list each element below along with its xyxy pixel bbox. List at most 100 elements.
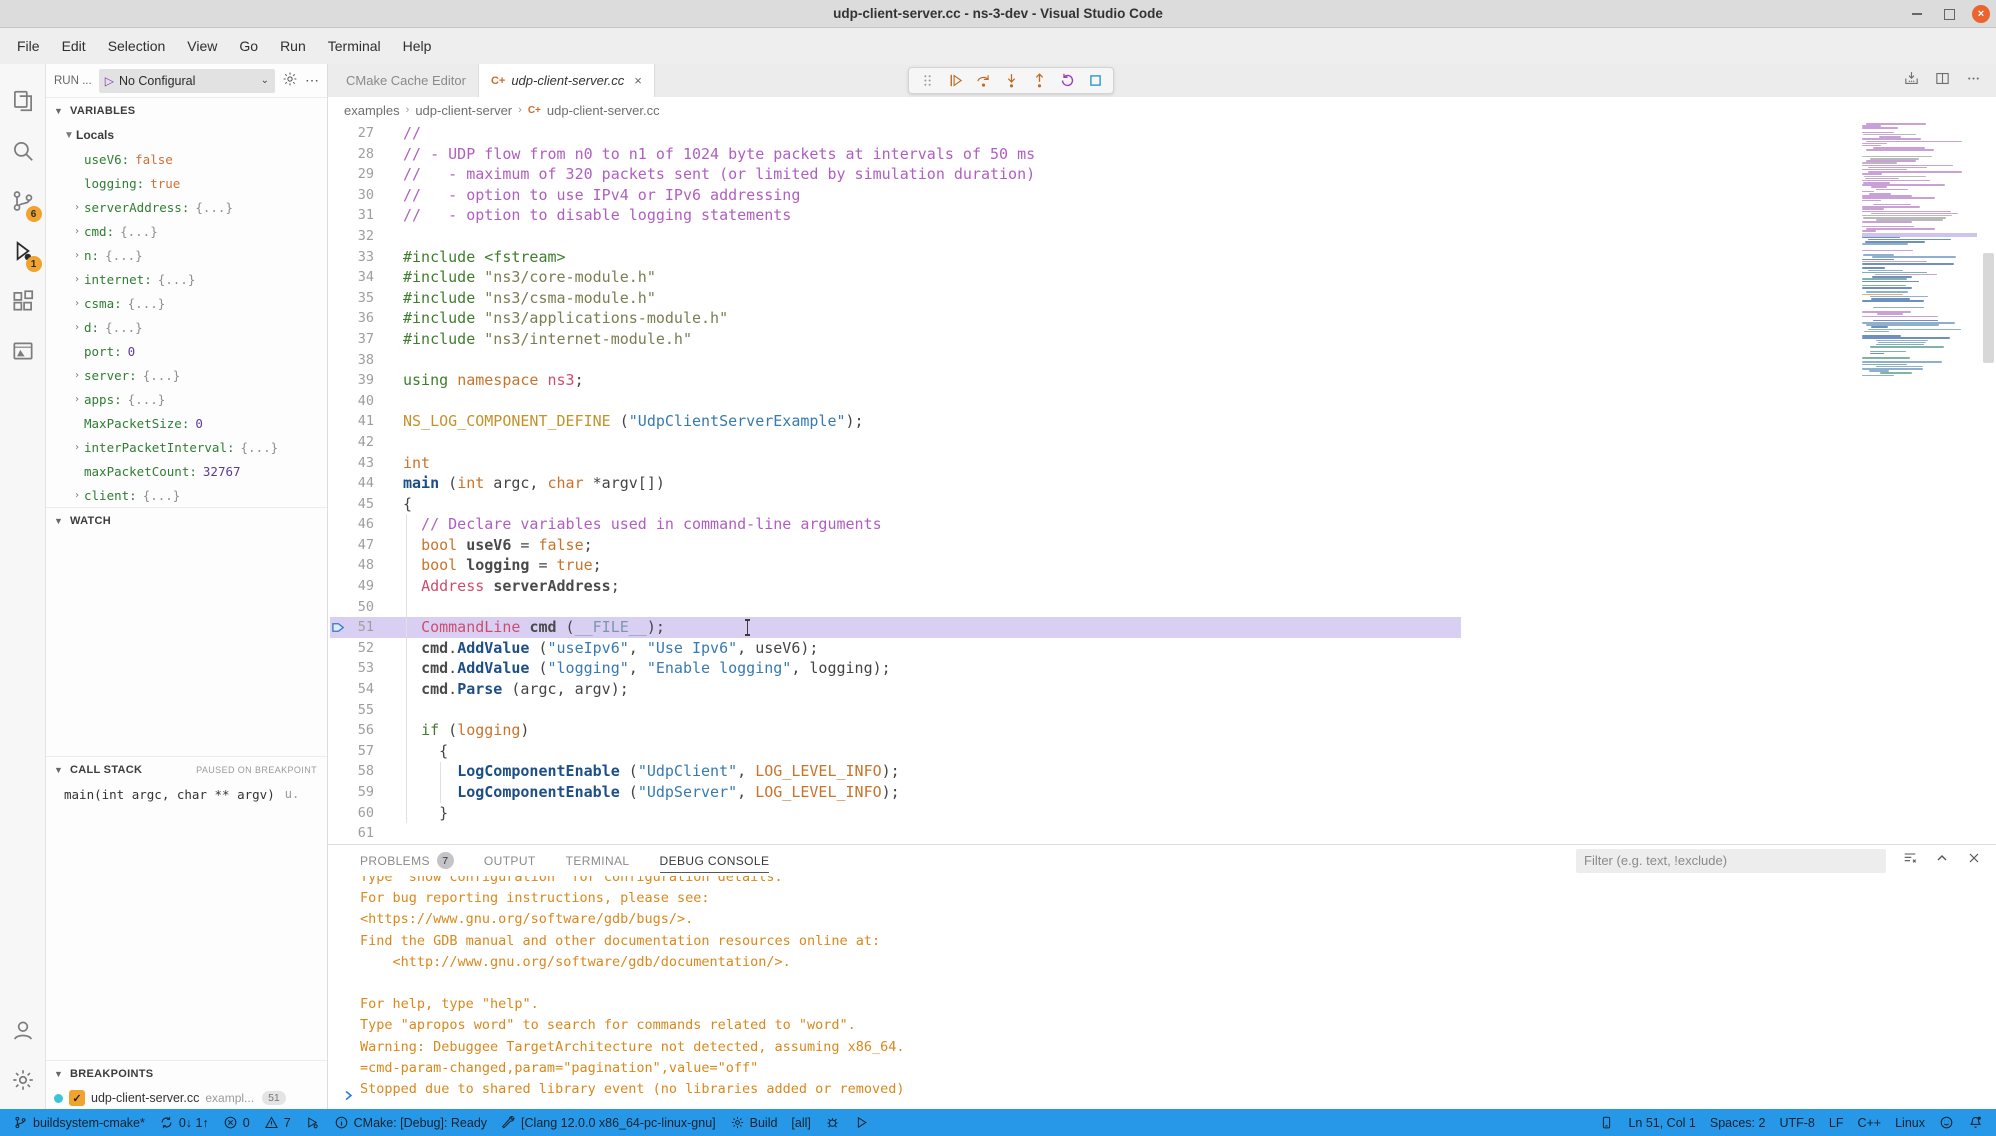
code-line[interactable]: 35#include "ns3/csma-module.h" [328,288,1996,309]
line-number[interactable]: 51 [328,617,374,638]
breakpoint-row[interactable]: ✓ udp-client-server.cc exampl... 51 [46,1086,327,1109]
code-line[interactable]: 28// - UDP flow from n0 to n1 of 1024 by… [328,144,1996,165]
stop-button[interactable] [1083,69,1107,93]
watch-section-header[interactable]: ▼ WATCH [46,507,327,533]
code-line[interactable]: 29// - maximum of 320 packets sent (or l… [328,164,1996,185]
line-number[interactable]: 43 [328,453,374,474]
panel-tab-debug-console[interactable]: DEBUG CONSOLE [660,845,770,876]
breadcrumb-item[interactable]: udp-client-server [415,103,512,118]
debug-console[interactable]: Type "show configuration" for configurat… [328,876,1996,1109]
status--all-[interactable]: [all] [784,1109,817,1136]
line-number[interactable]: 33 [328,247,374,268]
code-line[interactable]: 30// - option to use IPv4 or IPv6 addres… [328,185,1996,206]
code-line[interactable]: 61 [328,823,1996,844]
menu-item-go[interactable]: Go [228,28,269,64]
panel-tab-problems[interactable]: PROBLEMS7 [360,845,454,876]
locals-group[interactable]: ▼ Locals [46,123,327,147]
code-line[interactable]: 54 cmd.Parse (argc, argv); [328,679,1996,700]
line-number[interactable]: 55 [328,700,374,721]
code-line[interactable]: 37#include "ns3/internet-module.h" [328,329,1996,350]
line-number[interactable]: 27 [328,123,374,144]
line-number[interactable]: 34 [328,267,374,288]
code-line[interactable]: 38 [328,350,1996,371]
minimap[interactable] [1862,123,1977,844]
menu-item-terminal[interactable]: Terminal [317,28,392,64]
line-number[interactable]: 42 [328,432,374,453]
variable-row[interactable]: ›client:{...} [46,483,327,507]
code-line[interactable]: 33#include <fstream> [328,247,1996,268]
code-line[interactable]: 47 bool useV6 = false; [328,535,1996,556]
line-number[interactable]: 44 [328,473,374,494]
variable-row[interactable]: useV6:false [46,147,327,171]
variable-row[interactable]: maxPacketCount:32767 [46,459,327,483]
variable-row[interactable]: logging:true [46,171,327,195]
line-number[interactable]: 36 [328,308,374,329]
status-error[interactable]: 0 [216,1109,257,1136]
status-utf-8[interactable]: UTF-8 [1772,1109,1821,1136]
status-play-outline[interactable] [847,1109,876,1136]
code-line[interactable]: 39using namespace ns3; [328,370,1996,391]
code-line[interactable]: 42 [328,432,1996,453]
status-linux[interactable]: Linux [1888,1109,1932,1136]
clear-console-icon[interactable] [1902,850,1918,871]
status-spaces-2[interactable]: Spaces: 2 [1703,1109,1773,1136]
line-number[interactable]: 58 [328,761,374,782]
code-line[interactable]: 50 [328,597,1996,618]
variable-row[interactable]: ›internet:{...} [46,267,327,291]
status-debug-launch[interactable] [298,1109,327,1136]
status-lf[interactable]: LF [1822,1109,1851,1136]
code-line[interactable]: 49 Address serverAddress; [328,576,1996,597]
variable-row[interactable]: ›server:{...} [46,363,327,387]
close-button[interactable]: × [1972,5,1990,23]
variables-section-header[interactable]: ▼ VARIABLES [46,97,327,123]
console-filter-input[interactable] [1576,849,1886,873]
line-number[interactable]: 31 [328,205,374,226]
status-warning[interactable]: 7 [257,1109,298,1136]
source-control-activity-item[interactable]: 6 [0,176,46,226]
code-line[interactable]: 34#include "ns3/core-module.h" [328,267,1996,288]
line-number[interactable]: 35 [328,288,374,309]
close-icon[interactable]: × [634,73,642,88]
breadcrumb-item[interactable]: examples [344,103,400,118]
variable-row[interactable]: ›csma:{...} [46,291,327,315]
panel-tab-terminal[interactable]: TERMINAL [566,845,630,876]
more-actions-icon[interactable] [1965,70,1982,92]
collapse-panel-icon[interactable] [1934,850,1950,871]
line-number[interactable]: 57 [328,741,374,762]
status-feedback[interactable] [1932,1109,1961,1136]
line-number[interactable]: 46 [328,514,374,535]
status-bug[interactable] [818,1109,847,1136]
code-line[interactable]: 46 // Declare variables used in command-… [328,514,1996,535]
variable-row[interactable]: ›apps:{...} [46,387,327,411]
variable-row[interactable]: ›serverAddress:{...} [46,195,327,219]
code-line[interactable]: 31// - option to disable logging stateme… [328,205,1996,226]
callstack-section-header[interactable]: ▼ CALL STACK PAUSED ON BREAKPOINT [46,756,327,782]
line-number[interactable]: 59 [328,782,374,803]
breakpoints-section-header[interactable]: ▼ BREAKPOINTS [46,1060,327,1086]
variable-row[interactable]: ›d:{...} [46,315,327,339]
line-number[interactable]: 28 [328,144,374,165]
code-line[interactable]: 44main (int argc, char *argv[]) [328,473,1996,494]
line-number[interactable]: 32 [328,226,374,247]
line-number[interactable]: 41 [328,411,374,432]
variable-row[interactable]: ›cmd:{...} [46,219,327,243]
code-line[interactable]: 53 cmd.AddValue ("logging", "Enable logg… [328,658,1996,679]
tab-cmake-cache-editor[interactable]: CMake Cache Editor [328,64,479,97]
code-line[interactable]: 43int [328,453,1996,474]
line-number[interactable]: 47 [328,535,374,556]
menu-item-view[interactable]: View [176,28,228,64]
status-bell[interactable] [1961,1109,1990,1136]
menu-item-selection[interactable]: Selection [97,28,177,64]
line-number[interactable]: 39 [328,370,374,391]
explorer-activity-item[interactable] [0,76,46,126]
restart-button[interactable] [1055,69,1079,93]
minimize-button[interactable] [1908,5,1926,23]
line-number[interactable]: 61 [328,823,374,844]
settings-gear-item[interactable] [0,1055,46,1105]
desktop-download-icon[interactable] [1903,70,1920,92]
scrollbar-thumb[interactable] [1983,253,1994,363]
code-line[interactable]: 60 } [328,803,1996,824]
code-editor[interactable]: 27//28// - UDP flow from n0 to n1 of 102… [328,123,1996,844]
code-line[interactable]: 58 LogComponentEnable ("UdpClient", LOG_… [328,761,1996,782]
line-number[interactable]: 29 [328,164,374,185]
